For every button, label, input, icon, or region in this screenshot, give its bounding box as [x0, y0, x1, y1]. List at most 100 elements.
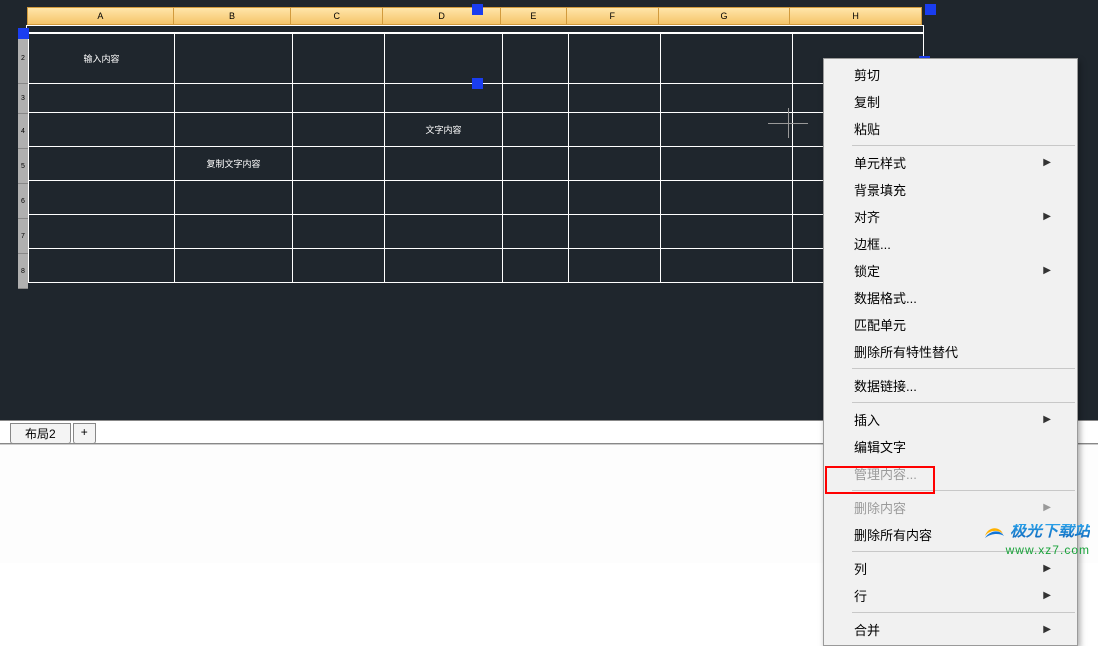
- table-cell[interactable]: [503, 34, 569, 84]
- table-cell[interactable]: [661, 147, 793, 181]
- table-cell[interactable]: [385, 34, 503, 84]
- menu-data-format[interactable]: 数据格式...: [824, 284, 1077, 311]
- watermark-url: www.xz7.com: [982, 544, 1090, 557]
- table-row: [29, 215, 924, 249]
- table-cell[interactable]: [293, 215, 385, 249]
- table-cell[interactable]: [503, 84, 569, 113]
- table-row: [29, 249, 924, 283]
- table-cell[interactable]: 文字内容: [385, 113, 503, 147]
- table-cell[interactable]: [293, 249, 385, 283]
- table-cell[interactable]: [385, 84, 503, 113]
- selection-handle-bottom-mid[interactable]: [472, 78, 483, 89]
- table-cell[interactable]: [569, 249, 661, 283]
- table-cell[interactable]: [661, 34, 793, 84]
- menu-align[interactable]: 对齐▶: [824, 203, 1077, 230]
- table-cell[interactable]: [175, 34, 293, 84]
- selection-handle-left[interactable]: [18, 28, 29, 39]
- table-cell[interactable]: [29, 249, 175, 283]
- table-cell[interactable]: [175, 113, 293, 147]
- submenu-arrow-icon: ▶: [1043, 414, 1051, 425]
- table-cell[interactable]: [293, 34, 385, 84]
- submenu-arrow-icon: ▶: [1043, 211, 1051, 222]
- row-number-2[interactable]: 2: [18, 33, 28, 84]
- menu-cut[interactable]: 剪切: [824, 61, 1077, 88]
- row-number-5[interactable]: 5: [18, 149, 28, 184]
- row-number-3[interactable]: 3: [18, 84, 28, 114]
- table-cell[interactable]: [661, 113, 793, 147]
- table-cell[interactable]: [661, 181, 793, 215]
- row-number-6[interactable]: 6: [18, 184, 28, 219]
- table-cell[interactable]: [569, 147, 661, 181]
- menu-copy[interactable]: 复制: [824, 88, 1077, 115]
- table-cell[interactable]: [503, 215, 569, 249]
- table-cell[interactable]: 输入内容: [29, 34, 175, 84]
- table-cell[interactable]: [503, 181, 569, 215]
- table-row: [29, 181, 924, 215]
- table-cell[interactable]: [293, 147, 385, 181]
- table-cell[interactable]: [385, 147, 503, 181]
- menu-cell-style[interactable]: 单元样式▶: [824, 149, 1077, 176]
- menu-column[interactable]: 列▶: [824, 555, 1077, 582]
- row-number-8[interactable]: 8: [18, 254, 28, 289]
- table-cell[interactable]: [293, 181, 385, 215]
- table-cell[interactable]: [569, 84, 661, 113]
- menu-remove-overrides[interactable]: 删除所有特性替代: [824, 338, 1077, 365]
- table-cell[interactable]: [569, 113, 661, 147]
- table-cell[interactable]: [503, 249, 569, 283]
- table-cell[interactable]: [569, 215, 661, 249]
- submenu-arrow-icon: ▶: [1043, 265, 1051, 276]
- table-cell[interactable]: [661, 249, 793, 283]
- table-cell[interactable]: [29, 181, 175, 215]
- table-cell[interactable]: [385, 215, 503, 249]
- column-header-F[interactable]: F: [567, 8, 659, 24]
- menu-row[interactable]: 行▶: [824, 582, 1077, 609]
- table-cell[interactable]: [29, 84, 175, 113]
- selection-handle-top-right[interactable]: [925, 4, 936, 15]
- submenu-arrow-icon: ▶: [1043, 502, 1051, 513]
- column-header-G[interactable]: G: [659, 8, 791, 24]
- table-cell[interactable]: 复制文字内容: [175, 147, 293, 181]
- column-header-H[interactable]: H: [790, 8, 921, 24]
- table-cell[interactable]: [503, 113, 569, 147]
- tab-layout2[interactable]: 布局2: [10, 423, 71, 444]
- column-header-C[interactable]: C: [291, 8, 383, 24]
- row-number-7[interactable]: 7: [18, 219, 28, 254]
- menu-merge[interactable]: 合并▶: [824, 616, 1077, 643]
- menu-edit-text[interactable]: 编辑文字: [824, 433, 1077, 460]
- table-row: 输入内容: [29, 34, 924, 84]
- cad-table[interactable]: 输入内容文字内容复制文字内容: [28, 33, 924, 283]
- menu-insert[interactable]: 插入▶: [824, 406, 1077, 433]
- table-cell[interactable]: [29, 147, 175, 181]
- tab-add-button[interactable]: +: [73, 423, 96, 444]
- table-cell[interactable]: [293, 113, 385, 147]
- column-header-A[interactable]: A: [28, 8, 174, 24]
- menu-match-cell[interactable]: 匹配单元: [824, 311, 1077, 338]
- menu-data-link[interactable]: 数据链接...: [824, 372, 1077, 399]
- menu-paste[interactable]: 粘贴: [824, 115, 1077, 142]
- table-cell[interactable]: [29, 215, 175, 249]
- table-cell[interactable]: [29, 113, 175, 147]
- table-cell[interactable]: [293, 84, 385, 113]
- selection-handle-top-mid[interactable]: [472, 4, 483, 15]
- table-cell[interactable]: [175, 84, 293, 113]
- menu-lock[interactable]: 锁定▶: [824, 257, 1077, 284]
- column-header-B[interactable]: B: [174, 8, 292, 24]
- table-cell[interactable]: [385, 181, 503, 215]
- menu-background-fill[interactable]: 背景填充: [824, 176, 1077, 203]
- table-cell[interactable]: [175, 249, 293, 283]
- table-cell[interactable]: [175, 181, 293, 215]
- table-cell[interactable]: [569, 181, 661, 215]
- table-row: 文字内容: [29, 113, 924, 147]
- menu-border[interactable]: 边框...: [824, 230, 1077, 257]
- table-cell[interactable]: [175, 215, 293, 249]
- watermark-logo-icon: [982, 520, 1006, 544]
- table-cell[interactable]: [661, 215, 793, 249]
- table-cell[interactable]: [503, 147, 569, 181]
- submenu-arrow-icon: ▶: [1043, 157, 1051, 168]
- table-cell[interactable]: [385, 249, 503, 283]
- table-cell[interactable]: [661, 84, 793, 113]
- row-number-4[interactable]: 4: [18, 114, 28, 149]
- column-header-E[interactable]: E: [501, 8, 567, 24]
- column-header-D[interactable]: D: [383, 8, 501, 24]
- table-cell[interactable]: [569, 34, 661, 84]
